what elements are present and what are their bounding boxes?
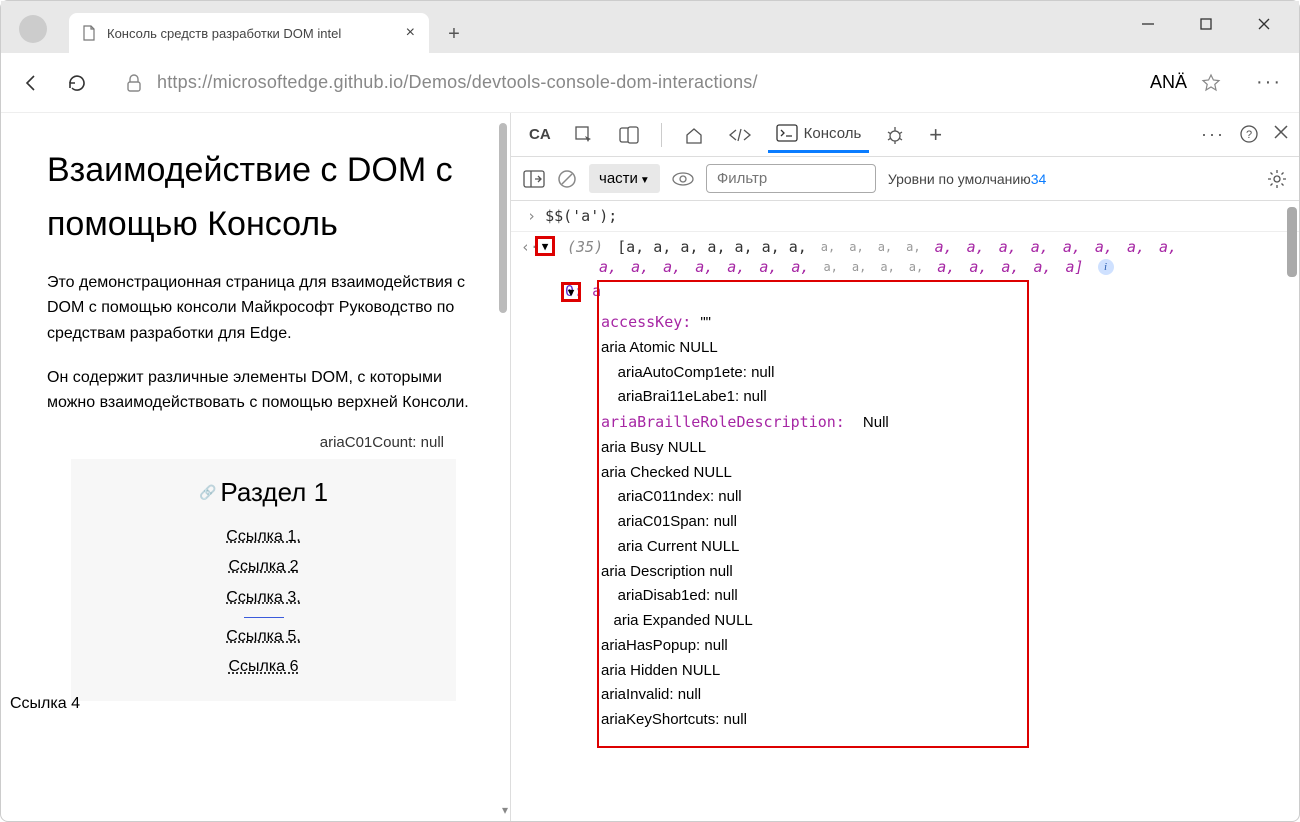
link-item[interactable]: Ссылка 2 <box>229 558 299 575</box>
link-item[interactable]: Ссылка 5. <box>226 628 300 645</box>
svg-text:?: ? <box>1246 129 1252 141</box>
back-button[interactable] <box>17 69 45 97</box>
aria-count-label: ariaC01Count: null <box>47 434 444 451</box>
link-item[interactable]: Ссылка 1. <box>226 528 300 545</box>
reader-indicator[interactable]: ANÄ <box>1150 72 1187 93</box>
devtools-close-icon[interactable] <box>1273 124 1289 145</box>
properties-highlight <box>597 280 1029 748</box>
devtools-tabbar: CA Консоль + ··· ? <box>511 113 1299 157</box>
array-length: (35) <box>567 238 603 256</box>
issues-count: 34 <box>1031 171 1047 187</box>
link-list: Ссылка 1. Ссылка 2 Ссылка 3. Ссылка 5. С… <box>71 522 456 683</box>
devtools-tab-console[interactable]: Консоль <box>768 116 870 153</box>
info-icon[interactable]: i <box>1098 259 1114 275</box>
more-button[interactable]: ··· <box>1255 69 1283 97</box>
sidebar-toggle-icon[interactable] <box>523 170 545 188</box>
devtools-add-tab[interactable]: + <box>921 114 950 156</box>
content-area: Взаимодействие с DOM с помощью Консоль Э… <box>1 113 1299 821</box>
divider <box>244 617 284 618</box>
tab-close-icon[interactable]: × <box>406 24 415 42</box>
page-icon <box>81 25 97 41</box>
context-selector[interactable]: части▼ <box>589 164 660 193</box>
link-item[interactable]: Ссылка 6 <box>229 658 299 675</box>
page-pane: Взаимодействие с DOM с помощью Консоль Э… <box>1 113 511 821</box>
window-controls <box>1133 9 1279 39</box>
array-item-0: ▼ 0: a accessKey: ""aria Atomic NULL ari… <box>523 282 1299 737</box>
tab-label: Консоль <box>804 125 862 142</box>
profile-avatar[interactable] <box>19 15 47 43</box>
devtools-tab-welcome[interactable] <box>676 118 712 152</box>
tab-title: Консоль средств разработки DOM intel <box>107 26 396 41</box>
live-expression-icon[interactable] <box>672 171 694 187</box>
browser-titlebar: Консоль средств разработки DOM intel × + <box>1 1 1299 53</box>
browser-tab[interactable]: Консоль средств разработки DOM intel × <box>69 13 429 53</box>
devtools-tab-ca[interactable]: CA <box>521 118 559 151</box>
device-icon[interactable] <box>611 118 647 152</box>
divider <box>661 123 662 147</box>
devtools-tab-elements[interactable] <box>720 118 760 152</box>
favorite-icon[interactable] <box>1201 73 1221 93</box>
page-scrollbar[interactable] <box>499 123 507 313</box>
expand-array-toggle[interactable]: ▼ <box>535 236 555 256</box>
page-paragraph-1: Это демонстрационная страница для взаимо… <box>47 270 480 347</box>
scroll-down-icon[interactable]: ▾ <box>502 803 508 817</box>
close-window-button[interactable] <box>1249 9 1279 39</box>
log-levels-selector[interactable]: Уровни по умолчанию34 <box>888 171 1047 187</box>
expand-item-toggle[interactable]: ▼ <box>561 282 581 302</box>
console-result: ‹· ▼ (35) [a, a, a, a, a, a, a, a,a,a,a,… <box>511 232 1299 743</box>
floating-link[interactable]: Ссылка 4 <box>10 695 80 713</box>
url-text: https://microsoftedge.github.io/Demos/de… <box>157 72 1136 93</box>
address-bar[interactable]: https://microsoftedge.github.io/Demos/de… <box>109 62 1237 104</box>
filter-input[interactable] <box>706 164 876 193</box>
new-tab-button[interactable]: + <box>437 17 471 51</box>
inspect-icon[interactable] <box>567 118 603 152</box>
link-item[interactable]: Ссылка 3. <box>226 589 300 606</box>
array-preview: [a, a, a, a, a, a, a, <box>617 238 807 256</box>
page-heading: Взаимодействие с DOM с помощью Консоль <box>47 143 480 252</box>
page-paragraph-2: Он содержит различные элементы DOM, с ко… <box>47 365 480 416</box>
lock-icon <box>125 74 143 92</box>
devtools-help-icon[interactable]: ? <box>1239 124 1259 145</box>
maximize-button[interactable] <box>1191 9 1221 39</box>
devtools-more-icon[interactable]: ··· <box>1201 124 1225 145</box>
console-toolbar: части▼ Уровни по умолчанию34 <box>511 157 1299 201</box>
section-title: Раздел 1 <box>71 477 456 508</box>
console-input-line[interactable]: › $$('a'); <box>511 201 1299 232</box>
refresh-button[interactable] <box>63 69 91 97</box>
browser-toolbar: https://microsoftedge.github.io/Demos/de… <box>1 53 1299 113</box>
clear-console-icon[interactable] <box>557 169 577 189</box>
section-box: Раздел 1 Ссылка 1. Ссылка 2 Ссылка 3. Сс… <box>71 459 456 701</box>
settings-icon[interactable] <box>1267 169 1287 189</box>
console-output: › $$('a'); ‹· ▼ (35) [a, a, a, a, a, a, … <box>511 201 1299 821</box>
minimize-button[interactable] <box>1133 9 1163 39</box>
devtools-pane: CA Консоль + ··· ? части▼ Уровн <box>511 113 1299 821</box>
devtools-tab-bug[interactable] <box>877 118 913 152</box>
